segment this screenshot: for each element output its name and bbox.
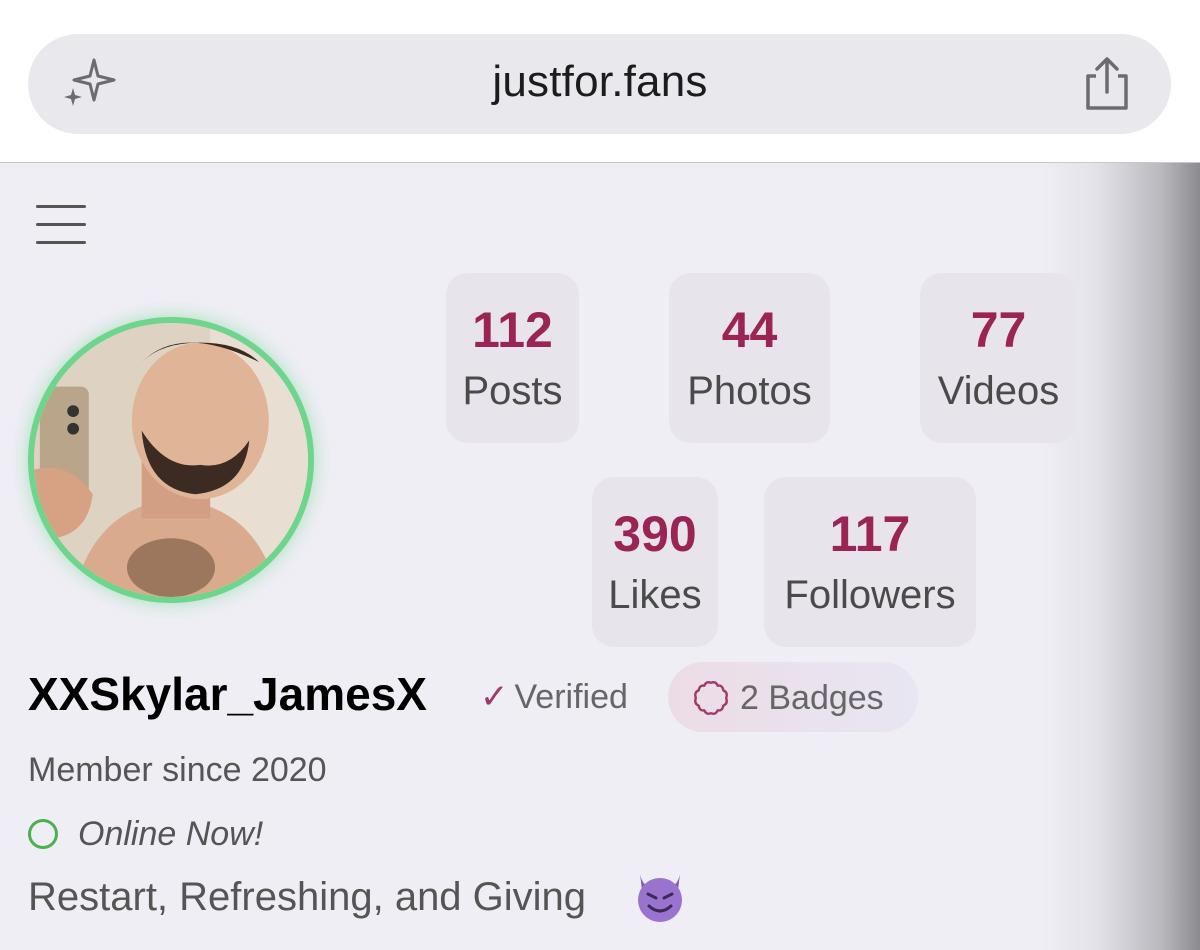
profile-page: 112 Posts 44 Photos 77 Videos 390 Likes … <box>0 163 1200 950</box>
profile-photo <box>34 323 308 597</box>
online-status: Online Now! <box>78 815 264 853</box>
verified-badge: ✓ Verified <box>480 677 628 717</box>
stat-followers[interactable]: 117 Followers <box>764 477 976 647</box>
bio-text: Restart, Refreshing, and Giving <box>28 875 587 919</box>
checkmark-icon: ✓ <box>480 678 509 716</box>
stat-likes[interactable]: 390 Likes <box>592 477 718 647</box>
online-status-icon <box>28 819 58 849</box>
stat-videos[interactable]: 77 Videos <box>920 273 1077 443</box>
badges-label: 2 Badges <box>740 679 884 717</box>
verified-label: Verified <box>514 678 628 716</box>
smiling-devil-emoji <box>638 874 682 922</box>
stat-videos-value: 77 <box>970 302 1027 358</box>
username: XXSkylar_JamesX <box>28 668 427 720</box>
stat-likes-label: Likes <box>608 573 702 617</box>
stat-likes-value: 390 <box>613 506 697 562</box>
stat-photos-label: Photos <box>687 369 812 413</box>
stat-photos[interactable]: 44 Photos <box>669 273 830 443</box>
browser-toolbar: justfor.fans <box>0 0 1200 163</box>
stat-posts-label: Posts <box>462 369 563 413</box>
stat-photos-value: 44 <box>721 302 778 358</box>
badges-button[interactable]: 2 Badges <box>668 662 918 732</box>
url-text[interactable]: justfor.fans <box>0 57 1200 107</box>
member-since: Member since 2020 <box>28 751 327 789</box>
stat-videos-label: Videos <box>937 369 1060 413</box>
stat-followers-label: Followers <box>784 573 956 617</box>
avatar[interactable] <box>28 317 314 603</box>
stat-followers-value: 117 <box>829 506 911 562</box>
share-icon[interactable] <box>1082 54 1132 114</box>
stat-posts[interactable]: 112 Posts <box>446 273 579 443</box>
stat-posts-value: 112 <box>472 302 553 358</box>
hamburger-icon[interactable] <box>36 205 86 245</box>
badge-icon <box>694 681 728 715</box>
